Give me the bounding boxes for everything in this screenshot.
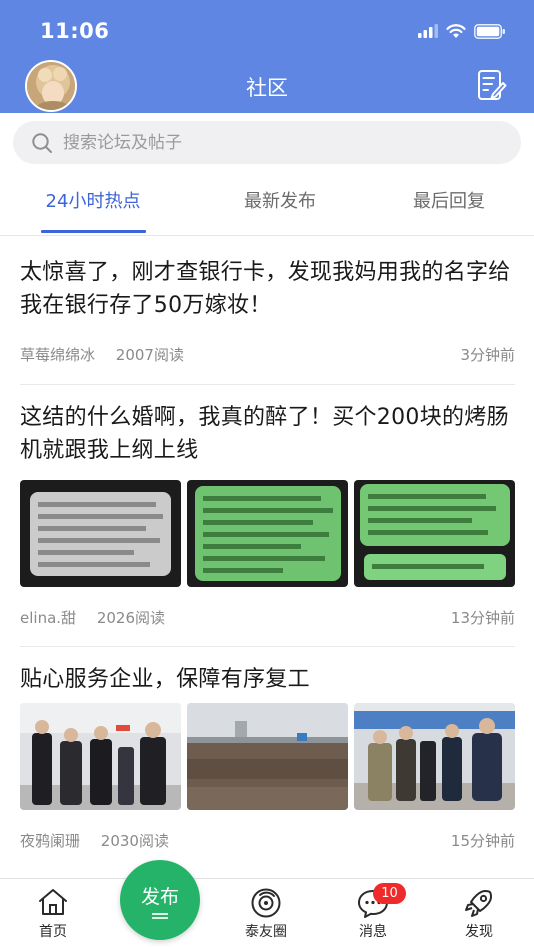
post-title: 太惊喜了，刚才查银行卡，发现我妈用我的名字给我在银行存了50万嫁妆！	[20, 260, 511, 318]
post-image-row	[20, 480, 515, 587]
search-bar[interactable]	[13, 121, 521, 164]
rocket-icon	[465, 890, 492, 917]
post-time: 13分钟前	[450, 609, 515, 627]
nav-home-label: 首页	[39, 924, 67, 940]
nav-discover-label: 发现	[465, 924, 493, 940]
cellular-signal-icon	[418, 24, 438, 38]
post-image[interactable]	[187, 703, 348, 810]
post-author[interactable]: 夜鸦阑珊	[20, 830, 80, 851]
status-time: 11:06	[40, 19, 110, 43]
publish-line-decoration	[152, 917, 168, 919]
page-title: 社区	[246, 76, 288, 100]
wifi-icon	[446, 23, 466, 38]
nav-circle[interactable]: 泰友圈	[231, 879, 301, 950]
post-read-count: 2007阅读	[115, 346, 184, 364]
search-icon	[32, 133, 52, 153]
publish-button[interactable]: 发布	[120, 860, 200, 940]
publish-line-decoration	[152, 913, 168, 915]
nav-discover[interactable]: 发现	[444, 879, 514, 950]
tab-bar: 24小时热点 最新发布 最后回复	[0, 170, 534, 236]
home-icon	[39, 889, 67, 915]
post-image-row	[20, 703, 515, 810]
divider	[20, 384, 515, 385]
bottom-nav: 首页 泰友圈 消息 发现	[0, 878, 534, 950]
tab-24h-hot[interactable]: 24小时热点	[30, 170, 156, 236]
post-item[interactable]: 贴心服务企业，保障有序复工	[20, 663, 515, 696]
post-meta: 草莓绵绵冰 2007阅读 3分钟前	[20, 344, 515, 365]
post-image[interactable]	[187, 480, 348, 587]
divider	[20, 646, 515, 647]
post-read-count: 2026阅读	[96, 609, 165, 627]
battery-icon	[474, 23, 505, 39]
post-item[interactable]: 这结的什么婚啊，我真的醉了！买个200块的烤肠机就跟我上纲上线	[20, 401, 515, 467]
post-title: 贴心服务企业，保障有序复工	[20, 667, 310, 692]
nav-home[interactable]: 首页	[18, 879, 88, 950]
publish-label: 发布	[140, 886, 179, 908]
circle-community-icon	[251, 888, 281, 918]
tab-last-reply[interactable]: 最后回复	[387, 170, 511, 236]
nav-circle-label: 泰友圈	[245, 924, 287, 940]
post-author[interactable]: 草莓绵绵冰	[20, 344, 95, 365]
post-time: 15分钟前	[450, 832, 515, 850]
post-meta: elina.甜 2026阅读 13分钟前	[20, 607, 515, 628]
edit-note-icon	[478, 70, 507, 100]
post-item[interactable]: 太惊喜了，刚才查银行卡，发现我妈用我的名字给我在银行存了50万嫁妆！	[20, 256, 515, 322]
post-image[interactable]	[354, 480, 515, 587]
post-image[interactable]	[354, 703, 515, 810]
post-meta: 夜鸦阑珊 2030阅读 15分钟前	[20, 830, 515, 851]
nav-messages-label: 消息	[359, 924, 387, 940]
post-image[interactable]	[20, 703, 181, 810]
status-icons	[418, 22, 506, 40]
app-header: 11:06 社区	[0, 0, 534, 113]
post-title: 这结的什么婚啊，我真的醉了！买个200块的烤肠机就跟我上纲上线	[20, 405, 509, 463]
tab-active-indicator	[41, 230, 146, 233]
post-image[interactable]	[20, 480, 181, 587]
tab-latest[interactable]: 最新发布	[218, 170, 342, 236]
post-time: 3分钟前	[460, 346, 515, 364]
search-input[interactable]	[63, 121, 503, 164]
compose-button[interactable]	[477, 68, 507, 102]
post-author[interactable]: elina.甜	[20, 607, 76, 628]
messages-badge: 10	[373, 883, 406, 904]
post-read-count: 2030阅读	[100, 832, 169, 850]
